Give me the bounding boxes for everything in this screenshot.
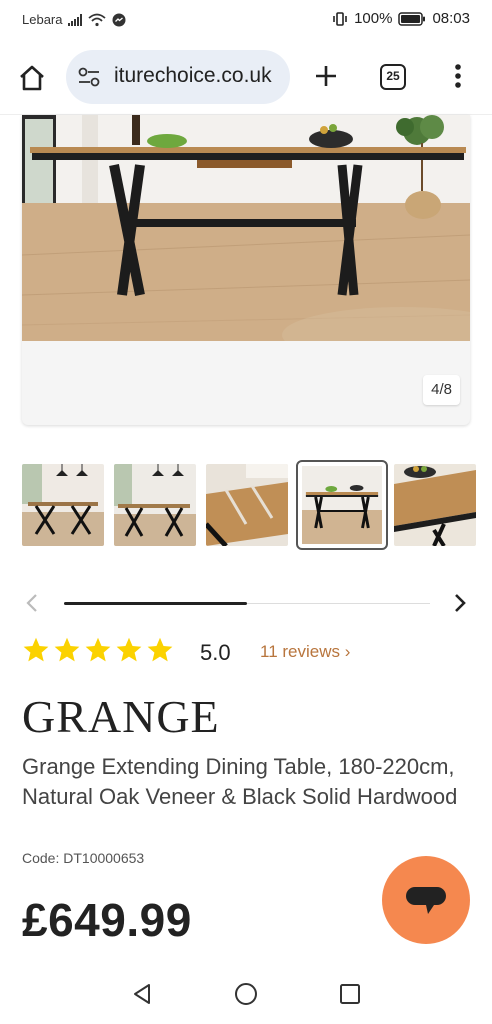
carousel-scroll-thumb[interactable]	[64, 602, 247, 605]
thumbnail-5[interactable]	[394, 464, 476, 546]
battery-icon	[398, 11, 426, 26]
carousel-nav	[22, 588, 472, 618]
star-icon	[116, 637, 142, 662]
chat-icon	[406, 887, 446, 914]
tune-icon[interactable]	[78, 67, 100, 87]
star-rating	[22, 636, 174, 664]
status-left: Lebara	[22, 12, 126, 27]
recents-icon[interactable]	[338, 982, 362, 1006]
tabs-icon[interactable]: 25	[380, 64, 406, 90]
product-code: Code: DT10000653	[22, 850, 145, 866]
messenger-icon	[112, 13, 126, 26]
plus-icon[interactable]	[310, 60, 342, 92]
clock: 08:03	[432, 10, 470, 27]
image-page-indicator: 4/8	[423, 375, 460, 405]
home-circle-icon[interactable]	[234, 982, 258, 1006]
more-vert-icon[interactable]	[448, 60, 468, 92]
product-rating: 5.0 11 reviews ›	[22, 636, 462, 668]
browser-toolbar: iturechoice.co.uk 25	[0, 48, 492, 108]
home-icon[interactable]	[16, 62, 48, 94]
product-brand: GRANGE	[22, 691, 220, 742]
star-icon	[147, 637, 173, 662]
address-bar[interactable]: iturechoice.co.uk	[66, 50, 290, 104]
star-icon	[85, 637, 111, 662]
status-right: 100% 08:03	[332, 10, 470, 27]
carrier-label: Lebara	[22, 12, 63, 27]
star-icon	[23, 637, 49, 662]
url-text: iturechoice.co.uk	[114, 64, 272, 87]
thumbnail-2[interactable]	[114, 464, 196, 546]
vibrate-icon	[333, 11, 347, 26]
thumbnail-1[interactable]	[22, 464, 104, 546]
back-icon[interactable]	[130, 982, 154, 1006]
system-nav-bar	[0, 964, 492, 1024]
signal-icon	[68, 13, 83, 26]
thumbnail-4-selected[interactable]	[296, 460, 388, 550]
rating-value: 5.0	[200, 640, 231, 665]
thumbnail-strip	[22, 460, 482, 550]
reviews-link[interactable]: 11 reviews ›	[260, 642, 350, 662]
thumbnail-3[interactable]	[206, 464, 288, 546]
battery-percent: 100%	[354, 10, 393, 27]
chat-button[interactable]	[382, 856, 470, 944]
wifi-icon	[88, 13, 107, 26]
star-icon	[54, 637, 80, 662]
status-bar: Lebara 100% 08:03	[0, 0, 492, 40]
product-main-image[interactable]	[22, 115, 470, 341]
product-price: £649.99	[22, 894, 192, 946]
product-gallery[interactable]: 4/8	[22, 115, 470, 425]
product-title: Grange Extending Dining Table, 180-220cm…	[22, 754, 458, 809]
chevron-right-icon[interactable]	[450, 592, 470, 614]
chevron-left-icon[interactable]	[22, 592, 42, 614]
